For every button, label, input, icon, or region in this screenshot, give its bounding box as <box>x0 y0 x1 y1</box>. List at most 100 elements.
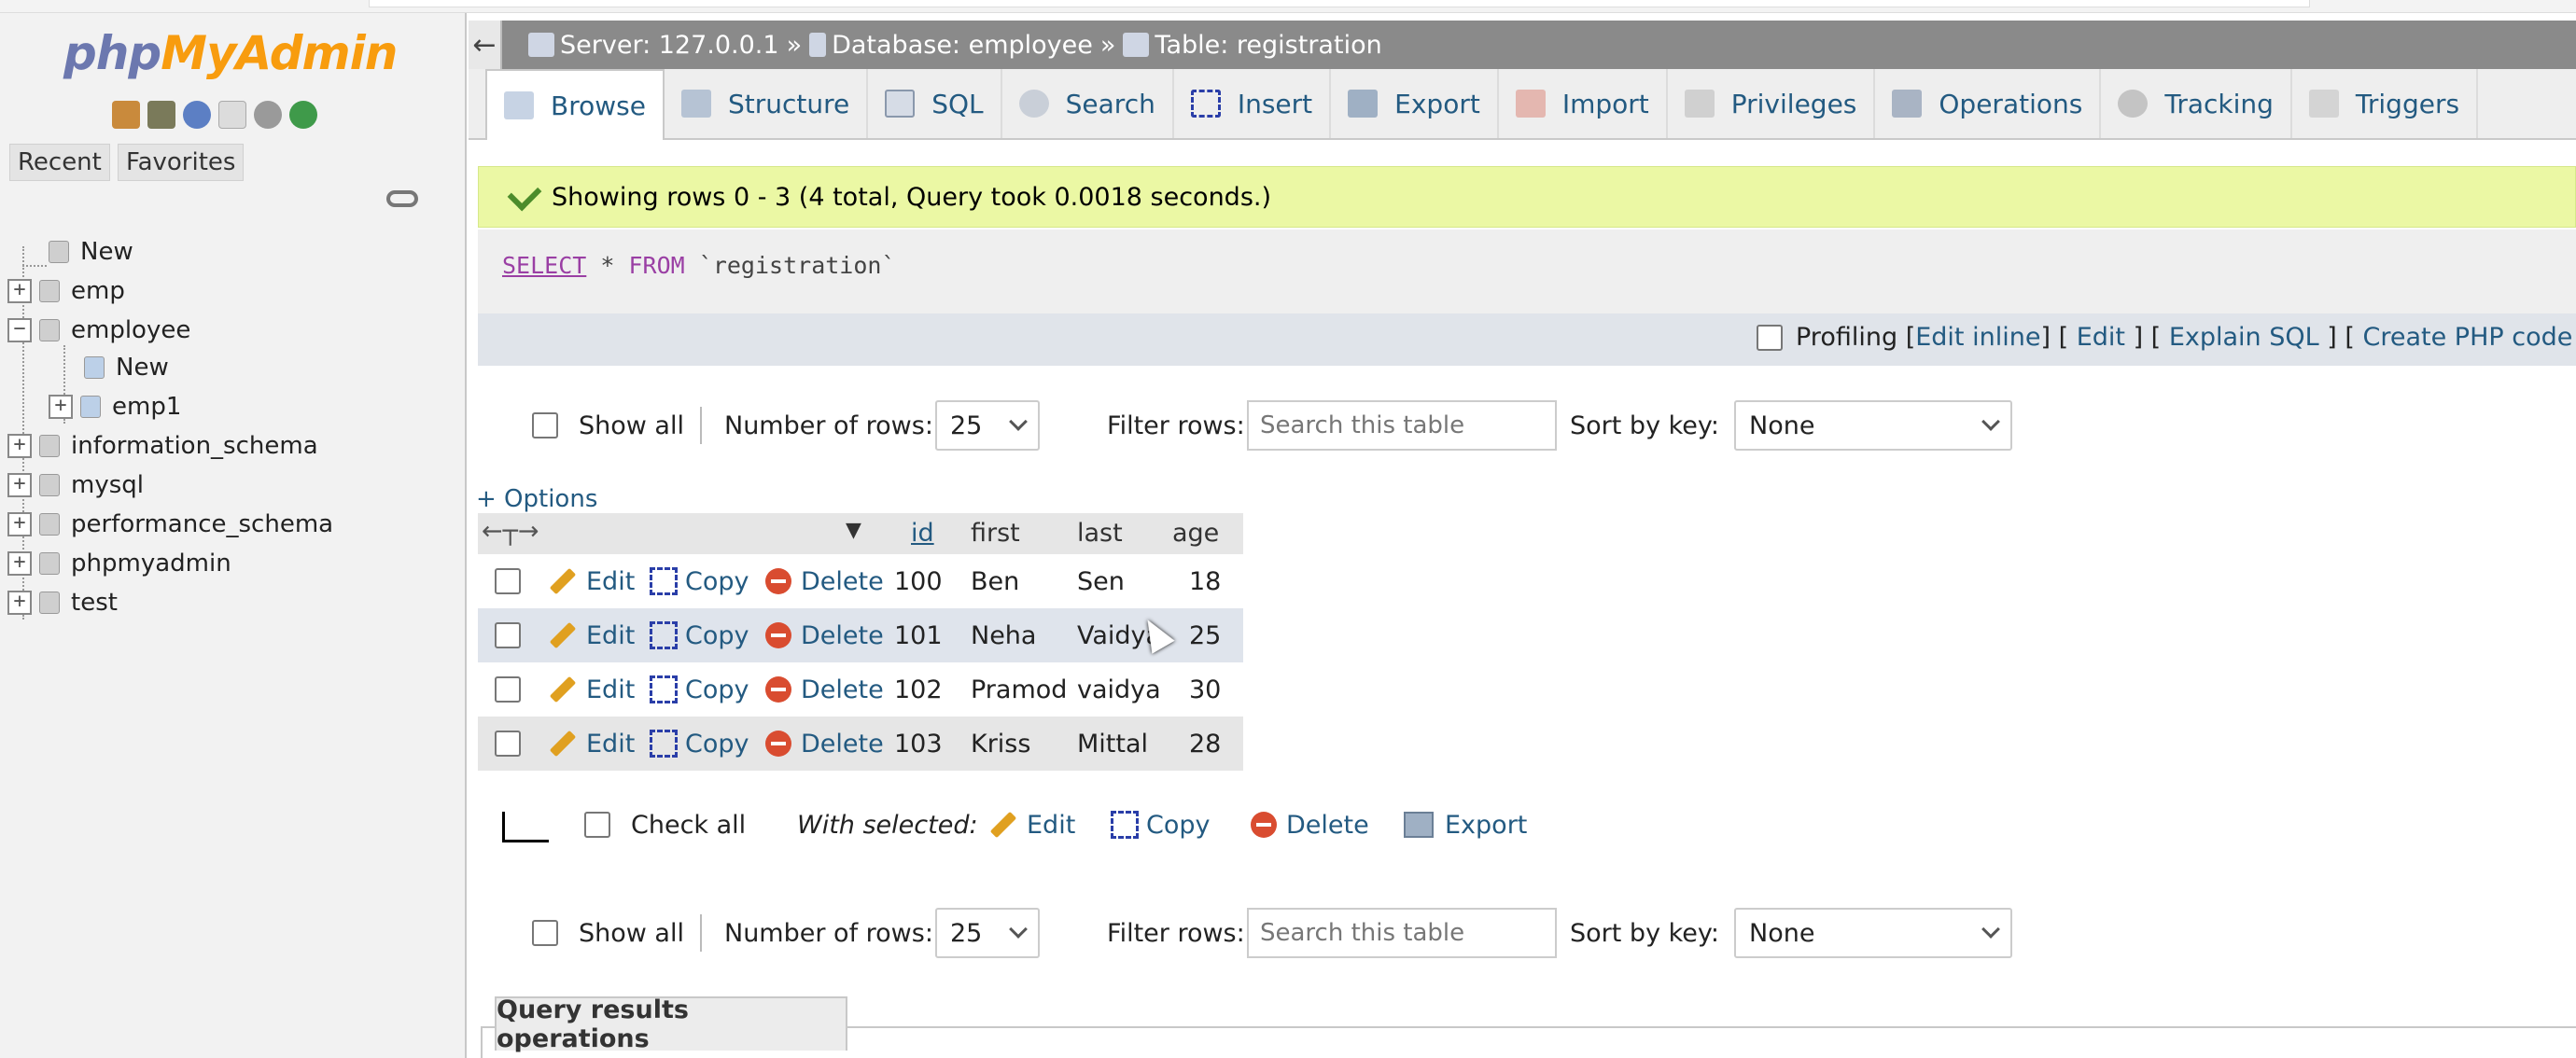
row-checkbox[interactable] <box>495 568 521 594</box>
column-header-first[interactable]: first <box>971 519 1020 548</box>
sort-by-key-select[interactable]: None <box>1734 908 2012 958</box>
tab-import[interactable]: Import <box>1499 69 1668 138</box>
tree-new-database[interactable]: New <box>49 233 133 271</box>
show-all-checkbox[interactable] <box>532 412 558 439</box>
edit-link[interactable]: Edit <box>2077 323 2125 352</box>
bulk-delete-button[interactable]: Delete <box>1251 799 1369 851</box>
recent-tab[interactable]: Recent <box>9 144 110 181</box>
with-selected-bar: Check all With selected: Edit Copy Delet… <box>495 799 1615 851</box>
docs-icon[interactable] <box>218 101 246 129</box>
collapse-icon[interactable]: − <box>7 318 32 342</box>
tab-triggers[interactable]: Triggers <box>2292 69 2479 138</box>
database-icon <box>809 33 827 57</box>
row-copy-button[interactable]: Copy <box>650 717 749 771</box>
privileges-icon <box>1684 90 1715 118</box>
breadcrumb-server[interactable]: Server: 127.0.0.1 <box>560 31 779 60</box>
with-selected-label: With selected: <box>797 810 978 840</box>
reload-icon[interactable] <box>289 101 317 129</box>
tab-export[interactable]: Export <box>1331 69 1499 138</box>
tree-employee-new-table[interactable]: New <box>84 349 169 386</box>
bulk-edit-button[interactable]: Edit <box>989 799 1075 851</box>
settings-icon[interactable] <box>254 101 282 129</box>
tab-operations[interactable]: Operations <box>1875 69 2102 138</box>
options-toggle[interactable]: + Options <box>476 485 597 513</box>
row-delete-button[interactable]: Delete <box>765 554 884 608</box>
sort-by-key-label: Sort by key: <box>1570 411 1720 440</box>
show-all-label[interactable]: Show all <box>579 399 684 452</box>
home-icon[interactable] <box>112 101 140 129</box>
tab-browse[interactable]: Browse <box>485 69 665 140</box>
tab-tracking[interactable]: Tracking <box>2101 69 2292 138</box>
rows-per-page-select[interactable]: 25 <box>935 400 1040 451</box>
edit-inline-link[interactable]: Edit inline <box>1915 323 2040 352</box>
logout-icon[interactable] <box>147 101 175 129</box>
column-header-id[interactable]: id <box>911 519 934 548</box>
column-header-age[interactable]: age <box>1172 519 1219 548</box>
number-of-rows-label: Number of rows: <box>724 411 933 440</box>
help-icon[interactable] <box>183 101 211 129</box>
explain-sql-link[interactable]: Explain SQL <box>2169 323 2319 352</box>
rows-per-page-select[interactable]: 25 <box>935 908 1040 958</box>
show-all-checkbox[interactable] <box>532 920 558 946</box>
sql-query-box[interactable]: SELECT * FROM `registration` <box>478 230 2576 313</box>
cell-id: 100 <box>894 566 943 596</box>
expand-icon[interactable]: + <box>7 279 32 303</box>
tree-db-phpmyadmin[interactable]: + phpmyadmin <box>7 545 231 582</box>
row-delete-button[interactable]: Delete <box>765 608 884 662</box>
profiling-checkbox[interactable] <box>1757 324 1783 351</box>
chevron-down-icon <box>1009 920 1028 939</box>
expand-icon[interactable]: + <box>7 473 32 497</box>
tab-insert[interactable]: Insert <box>1174 69 1332 138</box>
breadcrumb-table[interactable]: Table: registration <box>1155 31 1381 60</box>
expand-icon[interactable]: + <box>7 512 32 536</box>
tree-db-performance-schema[interactable]: + performance_schema <box>7 506 333 543</box>
navigation-panel: phpMyAdmin Recent Favorites New + emp − em… <box>0 13 467 1058</box>
column-arrows-icon[interactable]: ←┬→ <box>482 517 539 546</box>
row-delete-button[interactable]: Delete <box>765 717 884 771</box>
favorites-tab[interactable]: Favorites <box>118 144 245 181</box>
tree-db-test[interactable]: + test <box>7 584 118 621</box>
row-edit-button[interactable]: Edit <box>549 662 635 717</box>
row-copy-button[interactable]: Copy <box>650 608 749 662</box>
export-icon <box>1404 812 1434 838</box>
row-edit-button[interactable]: Edit <box>549 608 635 662</box>
row-edit-button[interactable]: Edit <box>549 554 635 608</box>
bulk-export-button[interactable]: Export <box>1404 799 1527 851</box>
number-of-rows-label: Number of rows: <box>724 918 933 948</box>
tree-db-mysql[interactable]: + mysql <box>7 466 144 504</box>
row-edit-button[interactable]: Edit <box>549 717 635 771</box>
bulk-copy-button[interactable]: Copy <box>1111 799 1211 851</box>
results-table: ←┬→ ▼ id first last age Edit Copy Delete… <box>478 513 1243 771</box>
check-all-label[interactable]: Check all <box>631 799 746 851</box>
tab-privileges[interactable]: Privileges <box>1668 69 1876 138</box>
sort-by-key-select[interactable]: None <box>1734 400 2012 451</box>
copy-icon <box>1111 811 1139 839</box>
back-arrow-icon[interactable]: ← <box>469 21 502 69</box>
tree-db-employee[interactable]: − employee <box>7 312 190 349</box>
sort-dropdown-icon[interactable]: ▼ <box>846 519 861 542</box>
table-row: Edit Copy Delete 102 Pramod vaidya 30 <box>478 662 1243 717</box>
row-copy-button[interactable]: Copy <box>650 554 749 608</box>
check-all-checkbox[interactable] <box>584 812 610 838</box>
row-checkbox[interactable] <box>495 622 521 648</box>
tab-search[interactable]: Search <box>1002 69 1174 138</box>
insert-icon <box>1190 90 1221 118</box>
column-header-last[interactable]: last <box>1077 519 1123 548</box>
filter-rows-input[interactable]: Search this table <box>1247 400 1557 451</box>
filter-rows-label: Filter rows: <box>1107 918 1245 948</box>
show-all-label[interactable]: Show all <box>579 907 684 959</box>
tab-sql[interactable]: SQL <box>868 69 1002 138</box>
row-checkbox[interactable] <box>495 676 521 703</box>
link-icon[interactable] <box>386 190 418 207</box>
tree-db-emp[interactable]: + emp <box>7 272 125 310</box>
row-copy-button[interactable]: Copy <box>650 662 749 717</box>
expand-icon[interactable]: + <box>7 551 32 576</box>
phpmyadmin-logo[interactable]: phpMyAdmin <box>63 26 398 80</box>
expand-icon[interactable]: + <box>7 591 32 615</box>
row-delete-button[interactable]: Delete <box>765 662 884 717</box>
row-checkbox[interactable] <box>495 731 521 757</box>
create-php-code-link[interactable]: Create PHP code <box>2363 323 2573 352</box>
tab-structure[interactable]: Structure <box>665 69 869 138</box>
breadcrumb-database[interactable]: Database: employee <box>832 31 1093 60</box>
filter-rows-input[interactable]: Search this table <box>1247 908 1557 958</box>
